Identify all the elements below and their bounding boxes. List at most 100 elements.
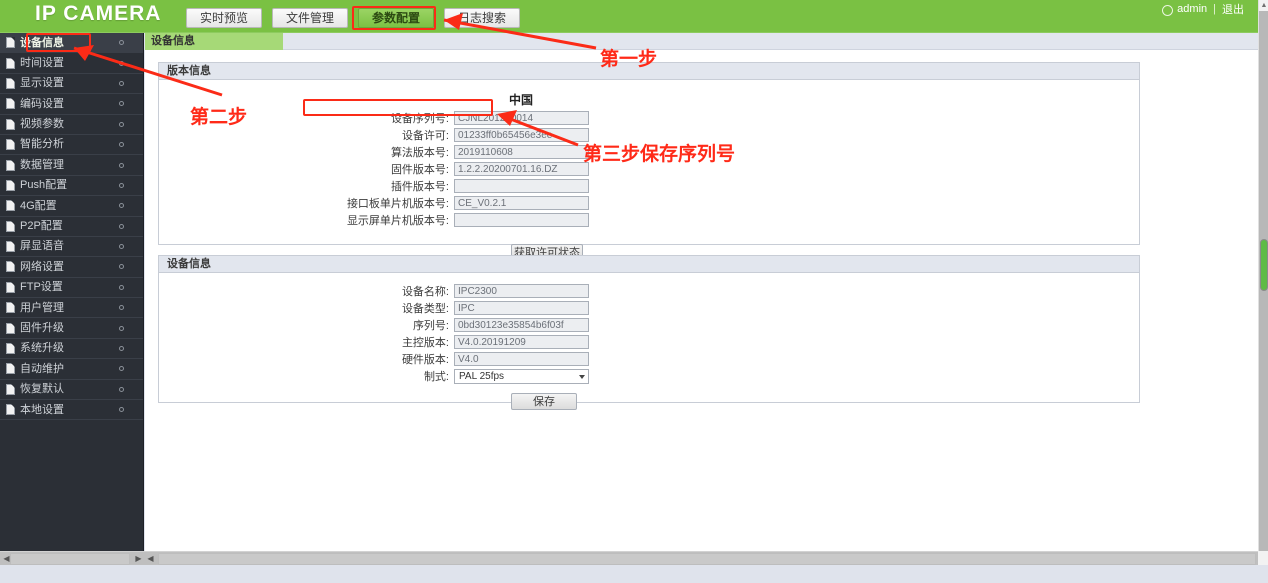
sidebar-item-label: 4G配置 bbox=[20, 199, 57, 212]
logout-link[interactable]: 退出 bbox=[1222, 1, 1244, 17]
sidebar-item-network-settings[interactable]: 网络设置 bbox=[0, 257, 143, 278]
sidebar-hscroll-thumb[interactable] bbox=[10, 553, 130, 565]
field-device-type: 设备类型: IPC bbox=[314, 300, 589, 316]
document-icon bbox=[6, 383, 15, 395]
hardware-version-value[interactable]: V4.0 bbox=[454, 352, 589, 366]
device-type-value[interactable]: IPC bbox=[454, 301, 589, 315]
sidebar-item-local-settings[interactable]: 本地设置 bbox=[0, 400, 143, 421]
sidebar-item-user-management[interactable]: 用户管理 bbox=[0, 298, 143, 319]
tab-live-preview[interactable]: 实时预览 bbox=[186, 8, 262, 28]
circle-icon bbox=[119, 305, 124, 311]
sidebar-item-data-management[interactable]: 数据管理 bbox=[0, 155, 143, 176]
document-icon bbox=[6, 281, 15, 293]
field-device-serial: 设备序列号: CJNL201260014 bbox=[314, 110, 589, 126]
main-scroll-left-arrow-icon[interactable]: ◀ bbox=[146, 554, 155, 564]
scroll-up-arrow-icon[interactable]: ▲ bbox=[1260, 1, 1268, 10]
sidebar-item-label: 编码设置 bbox=[20, 97, 64, 110]
sidebar-item-restore-defaults[interactable]: 恢复默认 bbox=[0, 380, 143, 401]
sidebar-horizontal-scrollbar[interactable] bbox=[0, 552, 143, 566]
sidebar-item-auto-maintenance[interactable]: 自动维护 bbox=[0, 359, 143, 380]
field-label: 固件版本号: bbox=[390, 164, 449, 176]
field-label: 序列号: bbox=[412, 320, 449, 332]
circle-icon bbox=[119, 203, 124, 209]
video-format-select[interactable]: PAL 25fps bbox=[454, 368, 589, 384]
vertical-scrollbar-thumb[interactable] bbox=[1260, 239, 1268, 291]
vertical-scrollbar[interactable]: ▲ ▼ bbox=[1258, 0, 1268, 583]
document-icon bbox=[6, 302, 15, 314]
vertical-scrollbar-track[interactable] bbox=[1259, 11, 1268, 571]
sidebar-item-push-config[interactable]: Push配置 bbox=[0, 176, 143, 197]
display-mcu-value[interactable] bbox=[454, 213, 589, 227]
serial-number-value[interactable]: 0bd30123e35854b6f03f bbox=[454, 318, 589, 332]
circle-icon bbox=[119, 325, 124, 331]
sidebar-item-label: 智能分析 bbox=[20, 138, 64, 151]
sidebar-item-label: P2P配置 bbox=[20, 220, 63, 233]
field-label: 显示屏单片机版本号: bbox=[346, 215, 449, 227]
sidebar-item-label: 视频参数 bbox=[20, 118, 64, 131]
algorithm-version-value[interactable]: 2019110608 bbox=[454, 145, 589, 159]
chevron-down-icon bbox=[579, 374, 585, 379]
document-icon bbox=[6, 98, 15, 110]
version-panel-body: 中国 设备序列号: CJNL201260014 设备许可: 01233ff0b6… bbox=[159, 80, 1139, 261]
sidebar-item-ftp-settings[interactable]: FTP设置 bbox=[0, 278, 143, 299]
tab-parameter-config[interactable]: 参数配置 bbox=[358, 8, 434, 28]
sidebar-item-label: 恢复默认 bbox=[20, 383, 64, 396]
device-name-value[interactable]: IPC2300 bbox=[454, 284, 589, 298]
field-label: 设备序列号: bbox=[390, 113, 449, 125]
field-hardware-version: 硬件版本: V4.0 bbox=[314, 351, 589, 367]
field-label: 插件版本号: bbox=[390, 181, 449, 193]
firmware-version-value[interactable]: 1.2.2.20200701.16.DZ bbox=[454, 162, 589, 176]
video-format-value: PAL 25fps bbox=[459, 370, 505, 382]
field-video-format: 制式: PAL 25fps bbox=[314, 368, 589, 384]
scroll-left-arrow-icon[interactable]: ◀ bbox=[2, 554, 11, 564]
field-device-name: 设备名称: IPC2300 bbox=[314, 283, 589, 299]
plugin-version-value[interactable] bbox=[454, 179, 589, 193]
main-hscroll-thumb[interactable] bbox=[158, 553, 1256, 565]
sidebar-item-firmware-upgrade[interactable]: 固件升级 bbox=[0, 318, 143, 339]
horizontal-scrollbar[interactable]: ◀ ▶ ◀ bbox=[0, 551, 1258, 566]
document-icon bbox=[6, 57, 15, 69]
sidebar-item-p2p-config[interactable]: P2P配置 bbox=[0, 217, 143, 237]
sidebar: 设备信息 时间设置 显示设置 编码设置 视频参数 智能分析 数据管理 Push配… bbox=[0, 33, 144, 555]
user-area: admin | 退出 bbox=[1162, 1, 1244, 17]
circle-icon bbox=[119, 40, 124, 46]
sidebar-item-display-settings[interactable]: 显示设置 bbox=[0, 74, 143, 95]
save-button[interactable]: 保存 bbox=[511, 393, 577, 410]
country-label: 中国 bbox=[509, 93, 534, 107]
sidebar-item-4g-config[interactable]: 4G配置 bbox=[0, 196, 143, 217]
tab-file-management[interactable]: 文件管理 bbox=[272, 8, 348, 28]
device-license-value[interactable]: 01233ff0b65456e3ee bbox=[454, 128, 589, 142]
username-label: admin bbox=[1177, 3, 1208, 15]
sidebar-item-video-parameters[interactable]: 视频参数 bbox=[0, 115, 143, 135]
sidebar-item-encoding-settings[interactable]: 编码设置 bbox=[0, 94, 143, 115]
sidebar-item-label: 本地设置 bbox=[20, 403, 64, 416]
document-icon bbox=[6, 404, 15, 416]
circle-icon bbox=[119, 407, 124, 413]
sidebar-item-label: 固件升级 bbox=[20, 321, 64, 334]
sidebar-item-device-info[interactable]: 设备信息 bbox=[0, 33, 143, 54]
circle-icon bbox=[119, 284, 124, 290]
app-header: IP CAMERA 实时预览 文件管理 参数配置 日志搜索 admin | 退出 bbox=[0, 0, 1258, 33]
circle-icon bbox=[119, 60, 124, 66]
device-serial-value[interactable]: CJNL201260014 bbox=[454, 111, 589, 125]
sidebar-item-screen-voice[interactable]: 屏显语音 bbox=[0, 237, 143, 258]
sidebar-item-label: 显示设置 bbox=[20, 77, 64, 90]
sidebar-item-label: Push配置 bbox=[20, 179, 68, 192]
circle-icon bbox=[119, 386, 124, 392]
circle-icon bbox=[119, 80, 124, 86]
document-icon bbox=[6, 77, 15, 89]
field-plugin-version: 插件版本号: bbox=[314, 178, 589, 194]
sidebar-item-time-settings[interactable]: 时间设置 bbox=[0, 53, 143, 74]
interface-board-mcu-value[interactable]: CE_V0.2.1 bbox=[454, 196, 589, 210]
scroll-right-arrow-icon[interactable]: ▶ bbox=[134, 554, 143, 564]
circle-icon bbox=[119, 366, 124, 372]
field-interface-board-mcu-version: 接口板单片机版本号: CE_V0.2.1 bbox=[314, 195, 589, 211]
main-control-version-value[interactable]: V4.0.20191209 bbox=[454, 335, 589, 349]
sidebar-item-system-upgrade[interactable]: 系统升级 bbox=[0, 339, 143, 360]
sidebar-item-label: 自动维护 bbox=[20, 362, 64, 375]
field-label: 设备类型: bbox=[401, 303, 449, 315]
sidebar-item-smart-analysis[interactable]: 智能分析 bbox=[0, 135, 143, 156]
sidebar-item-label: 用户管理 bbox=[20, 301, 64, 314]
document-icon bbox=[6, 261, 15, 273]
tab-log-search[interactable]: 日志搜索 bbox=[444, 8, 520, 28]
